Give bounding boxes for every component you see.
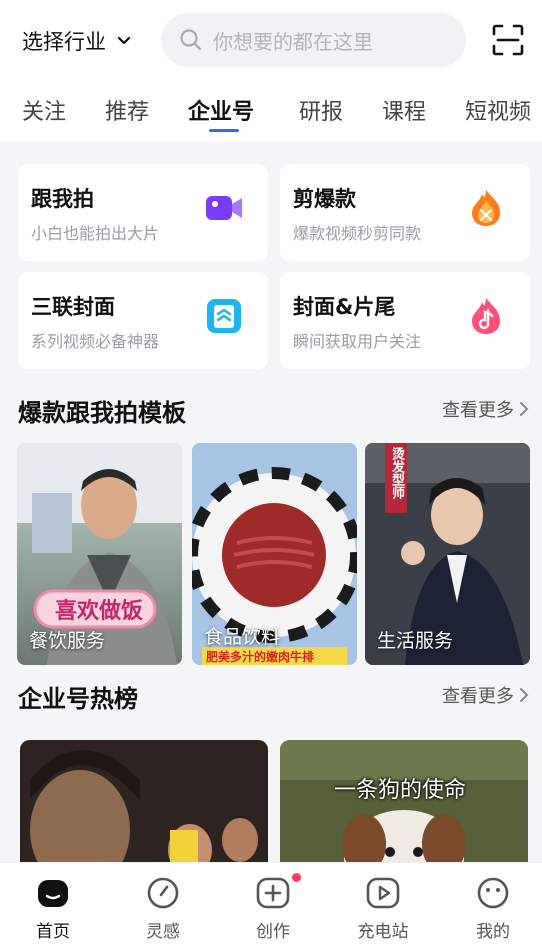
- search-icon: [180, 29, 202, 51]
- tool-subtitle: 系列视频必备神器: [31, 332, 160, 351]
- hot-caption: 一条狗的使命: [334, 778, 467, 803]
- chevron-right-icon: [520, 402, 529, 416]
- tool-title: 剪爆款: [293, 187, 356, 211]
- chevron-down-icon: [117, 36, 131, 45]
- video-camera-icon: [206, 196, 242, 220]
- active-tab-indicator: [209, 129, 239, 132]
- tool-card-cut-hit[interactable]: 剪爆款 爆款视频秒剪同款: [280, 164, 530, 261]
- tool-card-triple-cover[interactable]: 三联封面 系列视频必备神器: [18, 272, 268, 369]
- create-plus-icon: [256, 877, 290, 909]
- template-card-food[interactable]: 肥美多汁的嫩肉牛排 食品饮料: [192, 443, 357, 665]
- hot-thumbnail-image: [280, 740, 528, 870]
- hot-card-2[interactable]: 一条狗的使命: [280, 740, 528, 870]
- tool-subtitle: 小白也能拍出大片: [31, 224, 160, 243]
- bottom-nav: 首页 灵感 创作 充电站 我的: [0, 862, 542, 947]
- top-bar: 选择行业 你想要的都在这里: [0, 0, 542, 80]
- tab-research[interactable]: 研报: [299, 94, 343, 126]
- tool-card-cover-ending[interactable]: 封面&片尾 瞬间获取用户关注: [280, 272, 530, 369]
- nav-home[interactable]: 首页: [13, 875, 93, 942]
- notification-badge: [292, 873, 301, 882]
- tab-enterprise[interactable]: 企业号: [188, 94, 254, 126]
- template-card-dining[interactable]: 喜欢做饭 餐饮服务: [17, 443, 182, 665]
- industry-label: 选择行业: [22, 30, 106, 54]
- template-label: 餐饮服务: [29, 630, 106, 652]
- scan-icon[interactable]: [492, 24, 524, 56]
- chevron-right-icon: [520, 688, 529, 702]
- nav-inspiration[interactable]: 灵感: [123, 875, 203, 942]
- flame-scissors-icon: [472, 190, 500, 226]
- profile-icon: [477, 877, 509, 909]
- hot-thumbnail-image: [20, 740, 268, 870]
- nav-label: 创作: [256, 922, 290, 942]
- nav-label: 灵感: [146, 922, 180, 942]
- nav-label: 我的: [476, 922, 510, 942]
- search-bar[interactable]: 你想要的都在这里: [161, 13, 466, 67]
- home-icon: [38, 880, 68, 907]
- music-flame-icon: [472, 298, 500, 334]
- tool-title: 封面&片尾: [293, 295, 396, 319]
- tool-card-follow-shoot[interactable]: 跟我拍 小白也能拍出大片: [18, 164, 268, 261]
- hot-section-title: 企业号热榜: [18, 685, 138, 713]
- tab-courses[interactable]: 课程: [382, 94, 426, 126]
- template-label: 生活服务: [377, 630, 454, 652]
- compass-icon: [147, 877, 179, 909]
- template-overlay-text: 烫发型师: [389, 447, 404, 499]
- template-card-lifestyle[interactable]: 烫发型师 生活服务: [365, 443, 530, 665]
- play-icon: [366, 877, 400, 909]
- nav-label: 充电站: [357, 922, 409, 942]
- nav-profile[interactable]: 我的: [453, 875, 533, 942]
- see-more-label: 查看更多: [442, 686, 514, 707]
- nav-charging-station[interactable]: 充电站: [343, 875, 423, 942]
- tab-recommend[interactable]: 推荐: [105, 94, 149, 126]
- hot-card-1[interactable]: [20, 740, 268, 870]
- tool-subtitle: 瞬间获取用户关注: [293, 332, 422, 351]
- hot-see-more[interactable]: 查看更多: [442, 682, 530, 708]
- template-overlay-text: 喜欢做饭: [55, 599, 144, 624]
- templates-section-title: 爆款跟我拍模板: [18, 399, 186, 427]
- channel-tabs: 关注 推荐 企业号 研报 课程 短视频: [0, 80, 542, 142]
- tab-short-video[interactable]: 短视频: [465, 94, 531, 126]
- templates-see-more[interactable]: 查看更多: [442, 396, 530, 422]
- template-overlay-text: 肥美多汁的嫩肉牛排: [206, 650, 315, 664]
- industry-selector[interactable]: 选择行业: [22, 26, 132, 56]
- tool-subtitle: 爆款视频秒剪同款: [293, 224, 422, 243]
- search-placeholder: 你想要的都在这里: [213, 29, 373, 54]
- cover-frame-icon: [207, 299, 241, 333]
- template-label: 食品饮料: [204, 626, 281, 648]
- nav-label: 首页: [36, 922, 70, 942]
- tool-title: 三联封面: [31, 295, 115, 319]
- nav-create[interactable]: 创作: [233, 873, 313, 942]
- tab-follow[interactable]: 关注: [22, 94, 66, 126]
- see-more-label: 查看更多: [442, 400, 514, 421]
- tool-title: 跟我拍: [31, 187, 94, 211]
